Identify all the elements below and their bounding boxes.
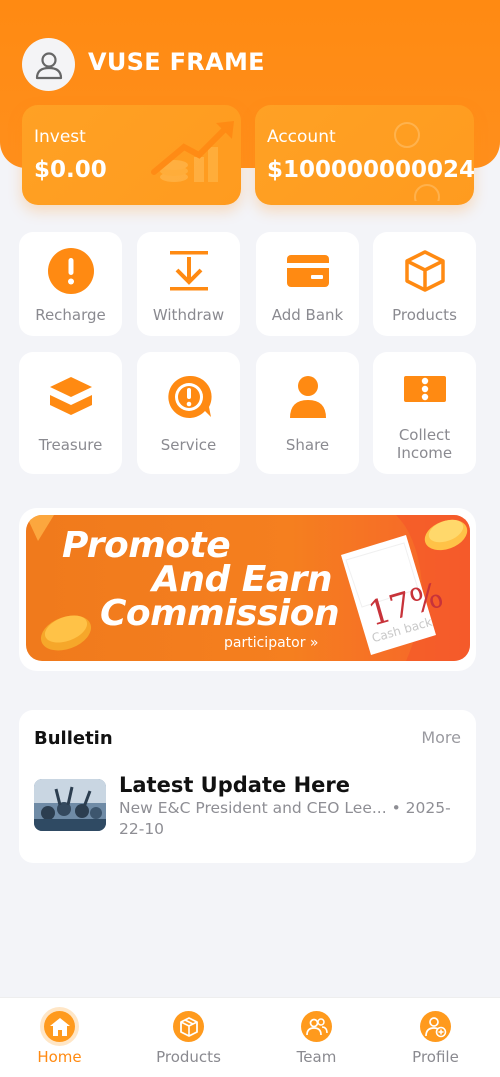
tab-profile[interactable]: Profile [373, 998, 498, 1077]
tab-products[interactable]: Products [126, 998, 251, 1077]
invest-label: Invest [34, 127, 86, 147]
recharge-button[interactable]: Recharge [19, 232, 122, 336]
products-label: Products [392, 306, 457, 324]
chat-alert-icon [167, 375, 212, 418]
add-bank-label: Add Bank [271, 306, 344, 324]
share-label: Share [285, 436, 330, 454]
user-icon [35, 51, 62, 79]
avatar[interactable] [22, 38, 75, 91]
tab-team-label: Team [296, 1048, 337, 1066]
invest-card[interactable]: Invest $0.00 [22, 105, 241, 205]
box-icon [179, 1016, 198, 1037]
bottom-tab-bar: Home Products Team Profile [0, 997, 500, 1077]
promo-banner[interactable]: Promote And Earn Commission participator… [26, 515, 470, 661]
ticket-icon [403, 376, 446, 402]
tab-home[interactable]: Home [0, 998, 122, 1077]
news-subtitle: New E&C President and CEO Lee... • 2025-… [119, 799, 451, 838]
card-icon [286, 255, 329, 287]
tab-team[interactable]: Team [254, 998, 379, 1077]
add-bank-button[interactable]: Add Bank [256, 232, 359, 336]
share-button[interactable]: Share [256, 352, 359, 474]
person-icon [289, 376, 326, 418]
recharge-label: Recharge [35, 306, 106, 324]
service-button[interactable]: Service [137, 352, 240, 474]
service-label: Service [160, 436, 217, 454]
home-icon [49, 1017, 70, 1036]
news-thumbnail[interactable] [34, 779, 106, 831]
stack-icon [49, 377, 92, 415]
brand-title: VUSE FRAME [88, 48, 265, 76]
chart-growth-icon [151, 121, 234, 182]
news-headline[interactable]: Latest Update Here [119, 773, 350, 797]
bulletin-card: Bulletin More Latest Update Here New E&C… [19, 710, 476, 863]
crowd-photo-icon [34, 779, 106, 831]
tab-profile-label: Profile [412, 1048, 459, 1066]
account-card[interactable]: Account $100000000024.00 [255, 105, 474, 205]
tab-home-label: Home [37, 1048, 82, 1066]
bulletin-title: Bulletin [34, 728, 113, 749]
collect-income-label: Collect Income [396, 426, 453, 462]
invest-value: $0.00 [34, 157, 107, 183]
account-value: $100000000024.00 [267, 157, 474, 183]
cube-icon [404, 250, 445, 292]
profile-add-icon [424, 1016, 446, 1037]
tab-products-label: Products [156, 1048, 221, 1066]
banner-line-3: Commission [100, 593, 340, 634]
promo-banner-card[interactable]: Promote And Earn Commission participator… [19, 508, 476, 671]
participator-link[interactable]: participator » [224, 635, 318, 651]
withdraw-button[interactable]: Withdraw [137, 232, 240, 336]
team-icon [305, 1017, 328, 1035]
account-label: Account [267, 127, 336, 147]
collect-income-button[interactable]: Collect Income [373, 352, 476, 474]
exclamation-circle-icon [47, 248, 94, 294]
download-tray-icon [169, 251, 208, 291]
treasure-button[interactable]: Treasure [19, 352, 122, 474]
products-button[interactable]: Products [373, 232, 476, 336]
withdraw-label: Withdraw [152, 306, 225, 324]
treasure-label: Treasure [38, 436, 103, 454]
bulletin-more-link[interactable]: More [421, 728, 461, 747]
